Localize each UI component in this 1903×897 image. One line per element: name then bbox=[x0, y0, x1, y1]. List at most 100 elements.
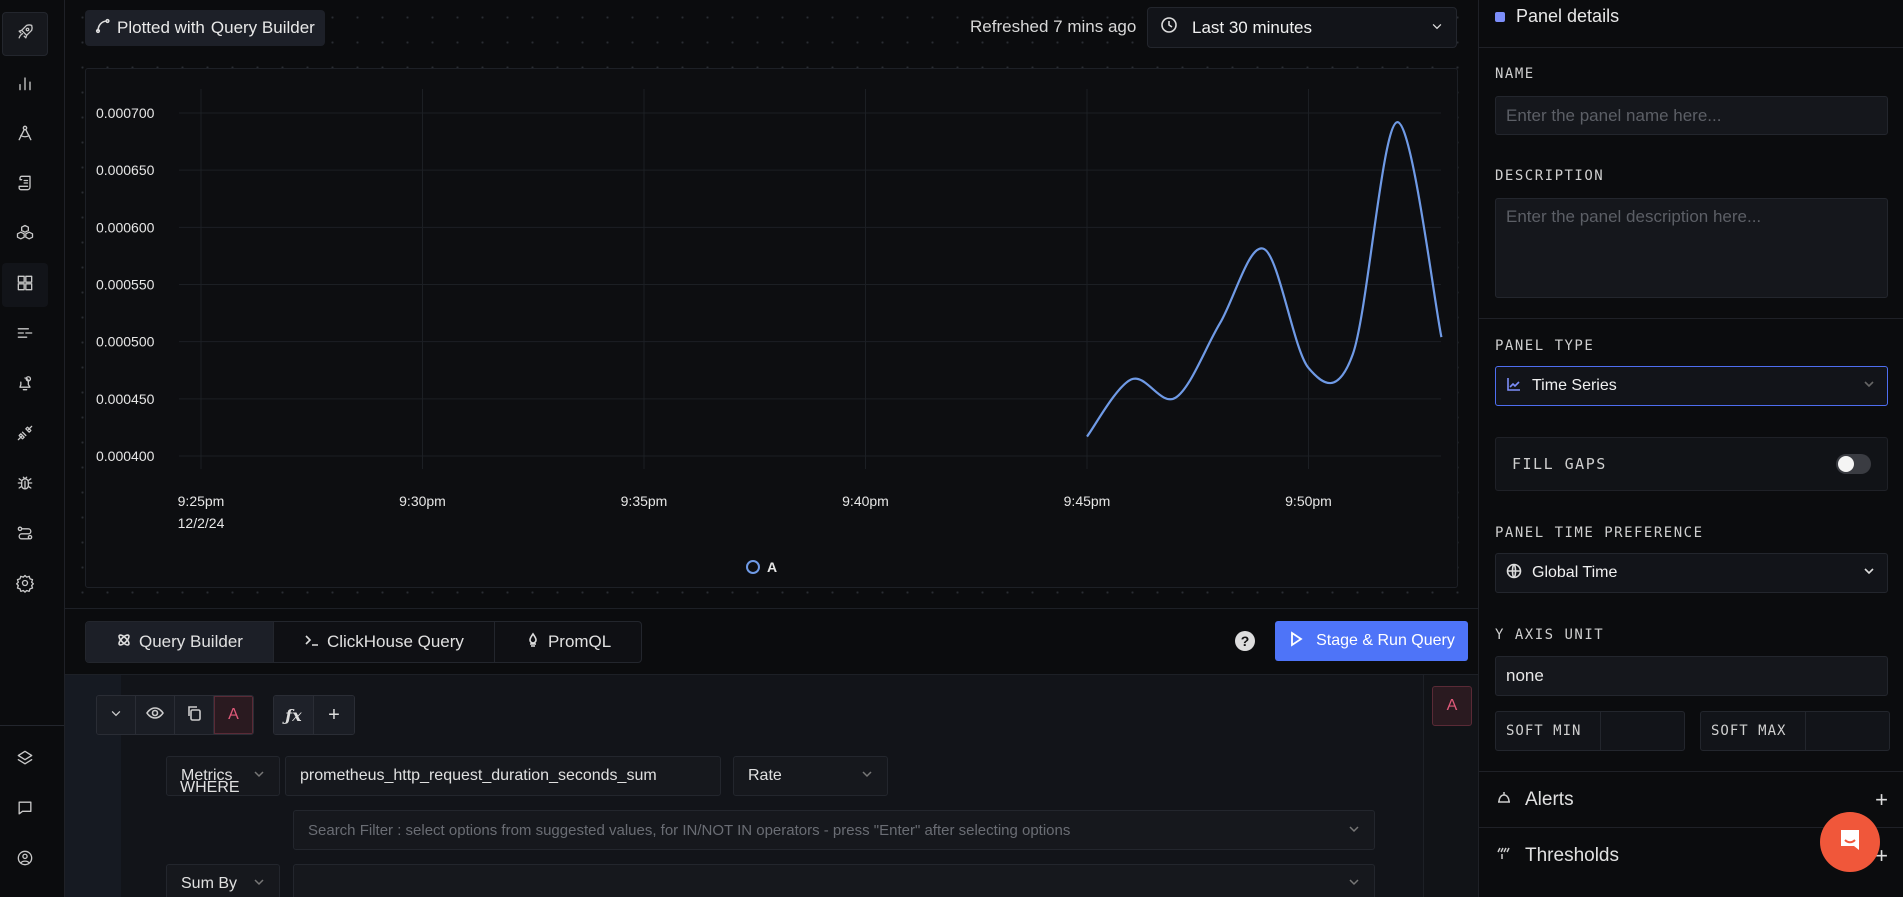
tab-promql[interactable]: PromQL bbox=[495, 622, 641, 662]
sidebar-item-dashboards[interactable] bbox=[2, 263, 48, 307]
app-root: Plotted with Query Builder Refreshed 7 m… bbox=[0, 0, 1903, 897]
panel-type-value: Time Series bbox=[1532, 377, 1617, 394]
metric-name-value: prometheus_http_request_duration_seconds… bbox=[300, 767, 657, 784]
grid-icon bbox=[15, 273, 35, 298]
toggle-visibility-button[interactable] bbox=[136, 696, 175, 734]
x-tick-label: 9:35pm bbox=[621, 493, 668, 509]
boxes-icon bbox=[15, 223, 35, 248]
chevron-down-icon bbox=[1348, 822, 1360, 839]
panel-type-select[interactable]: Time Series bbox=[1495, 366, 1888, 406]
x-tick-label: 9:30pm bbox=[399, 493, 446, 509]
sum-by-select[interactable]: Sum By bbox=[166, 864, 280, 897]
stage-and-run-query-button[interactable]: Stage & Run Query bbox=[1275, 621, 1468, 661]
panel-time-preference-select[interactable]: Global Time bbox=[1495, 553, 1888, 593]
soft-max-input[interactable] bbox=[1806, 712, 1889, 750]
chevron-down-icon bbox=[109, 706, 123, 725]
sidebar-item-profile[interactable] bbox=[2, 838, 48, 882]
collapse-query-button[interactable] bbox=[97, 696, 136, 734]
aggregate-value: Rate bbox=[748, 767, 782, 784]
clock-icon bbox=[1160, 16, 1178, 39]
play-icon bbox=[1288, 630, 1304, 652]
sidebar-item-support[interactable] bbox=[2, 788, 48, 832]
chevron-down-icon bbox=[253, 875, 265, 893]
panel-details-sidebar: Panel details NAME Enter the panel name … bbox=[1478, 0, 1903, 897]
legend-label-A: A bbox=[767, 559, 777, 575]
soft-min-field: SOFT MIN bbox=[1495, 711, 1685, 751]
add-alert-icon[interactable]: + bbox=[1875, 787, 1888, 813]
curve-icon bbox=[95, 18, 111, 39]
panel-name-input[interactable]: Enter the panel name here... bbox=[1495, 96, 1888, 135]
thresholds-icon bbox=[1495, 844, 1513, 868]
x-tick-label: 9:45pm bbox=[1064, 493, 1111, 509]
clone-query-button[interactable] bbox=[175, 696, 214, 734]
metric-name-input[interactable]: prometheus_http_request_duration_seconds… bbox=[285, 756, 721, 796]
x-tick-label: 9:25pm bbox=[178, 493, 225, 509]
panel-time-preference-label: PANEL TIME PREFERENCE bbox=[1495, 525, 1704, 541]
panel-description-input[interactable]: Enter the panel description here... bbox=[1495, 198, 1888, 298]
description-label: DESCRIPTION bbox=[1495, 168, 1605, 184]
y-tick-label: 0.000400 bbox=[96, 448, 155, 464]
sidebar-item-integrations[interactable] bbox=[2, 413, 48, 457]
y-axis-unit-label: Y AXIS UNIT bbox=[1495, 627, 1605, 643]
divider bbox=[1479, 771, 1903, 772]
x-tick-label: 9:50pm bbox=[1285, 493, 1332, 509]
bell-icon bbox=[1495, 788, 1513, 812]
function-icon: ƒx bbox=[285, 705, 302, 725]
y-tick-label: 0.000650 bbox=[96, 162, 155, 178]
y-axis-unit-input[interactable]: none bbox=[1495, 656, 1888, 696]
panel-details-title: Panel details bbox=[1516, 6, 1620, 26]
where-label: WHERE bbox=[180, 779, 240, 796]
panel-details-header: Panel details bbox=[1479, 0, 1903, 48]
add-query-button[interactable]: + bbox=[314, 696, 354, 734]
add-formula-button[interactable]: ƒx bbox=[274, 696, 314, 734]
sidebar-item-alerts[interactable] bbox=[2, 363, 48, 407]
soft-min-input[interactable] bbox=[1601, 712, 1684, 750]
plotted-with-badge: Plotted with Query Builder bbox=[85, 10, 325, 46]
accent-square-icon bbox=[1495, 11, 1505, 22]
sidebar-item-get-started[interactable] bbox=[2, 12, 48, 56]
chevron-down-icon bbox=[253, 767, 265, 785]
lines-icon bbox=[15, 323, 35, 348]
query-toolbar: A bbox=[96, 695, 254, 735]
group-by-input[interactable] bbox=[293, 864, 1375, 897]
chevron-down-icon bbox=[1348, 875, 1360, 893]
alerts-section[interactable]: Alerts + bbox=[1495, 780, 1888, 820]
tab-label: ClickHouse Query bbox=[326, 632, 464, 651]
sidebar-item-traces[interactable] bbox=[2, 113, 48, 157]
y-tick-label: 0.000450 bbox=[96, 391, 155, 407]
query-side-letter[interactable]: A bbox=[1432, 686, 1472, 726]
alerts-label: Alerts bbox=[1525, 789, 1574, 810]
y-tick-label: 0.000500 bbox=[96, 334, 155, 350]
tab-label: PromQL bbox=[547, 632, 612, 651]
globe-icon bbox=[1506, 563, 1522, 584]
chevron-down-icon bbox=[1430, 18, 1444, 38]
sum-by-label: Sum By bbox=[181, 875, 238, 892]
sidebar-item-logs[interactable] bbox=[2, 163, 48, 207]
prometheus-icon bbox=[525, 632, 541, 653]
sidebar-item-service-map[interactable] bbox=[2, 513, 48, 557]
time-range-select[interactable]: Last 30 minutes bbox=[1147, 7, 1457, 48]
sidebar-item-exceptions[interactable] bbox=[2, 463, 48, 507]
query-panel-a: A ƒx + Metrics prometheus_http_request_d… bbox=[65, 674, 1478, 897]
tab-clickhouse-query[interactable]: ClickHouse Query bbox=[274, 622, 495, 662]
aggregate-operator-select[interactable]: Rate bbox=[733, 756, 888, 796]
refreshed-status: Refreshed 7 mins ago bbox=[970, 17, 1137, 36]
sidebar-item-services[interactable] bbox=[2, 63, 48, 107]
compass-draw-icon bbox=[15, 123, 35, 148]
rocket-icon bbox=[15, 22, 35, 47]
fill-gaps-label: FILL GAPS bbox=[1512, 455, 1607, 473]
y-tick-label: 0.000600 bbox=[96, 219, 155, 235]
sidebar-item-infrastructure[interactable] bbox=[2, 213, 48, 257]
help-icon[interactable]: ? bbox=[1235, 631, 1255, 651]
where-filter-input[interactable]: Search Filter : select options from sugg… bbox=[293, 810, 1375, 850]
support-chat-button[interactable] bbox=[1820, 812, 1880, 872]
sidebar-item-messaging-queues[interactable] bbox=[2, 313, 48, 357]
tab-query-builder[interactable]: Query Builder bbox=[86, 622, 274, 662]
fill-gaps-toggle[interactable] bbox=[1836, 454, 1871, 474]
x-tick-label: 9:40pm bbox=[842, 493, 889, 509]
query-letter-badge[interactable]: A bbox=[214, 696, 253, 734]
plotted-prefix: Plotted with bbox=[117, 18, 205, 37]
sidebar-item-settings[interactable] bbox=[2, 563, 48, 607]
sidebar-item-workspace[interactable] bbox=[2, 738, 48, 782]
sidebar-divider bbox=[0, 725, 64, 726]
